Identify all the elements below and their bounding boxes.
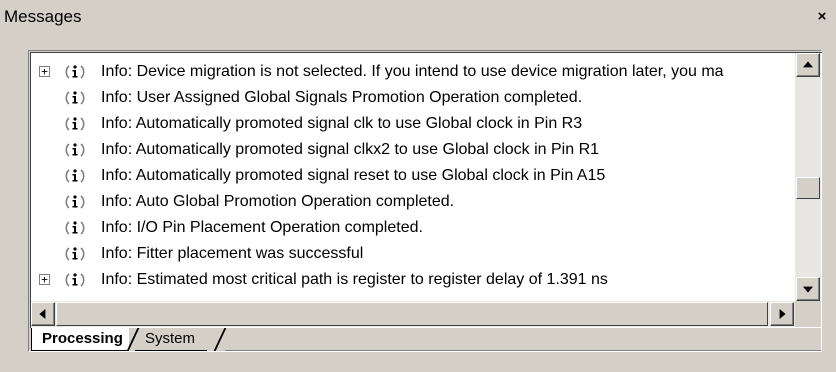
message-row[interactable]: Info: I/O Pin Placement Operation comple…: [31, 215, 795, 241]
horizontal-scroll-thumb[interactable]: [56, 302, 768, 326]
tab-bar: Processing System: [29, 328, 821, 352]
info-icon: [65, 221, 85, 235]
message-text: Info: I/O Pin Placement Operation comple…: [101, 219, 423, 236]
message-row[interactable]: + Info: Estimated most critical path is r…: [31, 267, 795, 293]
message-text: Info: Estimated most critical path is re…: [101, 271, 608, 288]
tab-divider: [213, 328, 227, 351]
message-row[interactable]: Info: Automatically promoted signal rese…: [31, 163, 795, 189]
messages-window: Messages × + Info: Device migration is no…: [0, 0, 836, 372]
message-text: Info: Fitter placement was successful: [101, 245, 364, 262]
tab-processing[interactable]: Processing: [31, 328, 129, 351]
message-row[interactable]: Info: Automatically promoted signal clkx…: [31, 137, 795, 163]
close-button[interactable]: ×: [814, 9, 830, 25]
message-row[interactable]: Info: User Assigned Global Signals Promo…: [31, 85, 795, 111]
message-text: Info: Automatically promoted signal rese…: [101, 167, 606, 184]
message-row[interactable]: Info: Automatically promoted signal clk …: [31, 111, 795, 137]
info-icon: [65, 169, 85, 183]
message-rows: + Info: Device migration is not selected.…: [31, 59, 795, 299]
info-icon: [65, 65, 85, 79]
vertical-scrollbar[interactable]: [795, 53, 821, 301]
message-text: Info: Device migration is not selected. …: [101, 63, 724, 80]
scroll-right-button[interactable]: [770, 302, 794, 326]
arrow-right-icon: [779, 309, 786, 319]
info-icon: [65, 195, 85, 209]
message-text: Info: Automatically promoted signal clk …: [101, 115, 583, 132]
info-icon: [65, 273, 85, 287]
scroll-left-button[interactable]: [31, 302, 55, 326]
scroll-down-button[interactable]: [796, 277, 820, 301]
message-row[interactable]: + Info: Device migration is not selected.…: [31, 59, 795, 85]
window-title: Messages: [4, 7, 82, 26]
info-icon: [65, 143, 85, 157]
message-text: Info: User Assigned Global Signals Promo…: [101, 89, 583, 106]
message-row[interactable]: Info: Fitter placement was successful: [31, 241, 795, 267]
arrow-down-icon: [803, 286, 813, 293]
info-icon: [65, 117, 85, 131]
tab-system[interactable]: System: [135, 328, 208, 351]
scroll-up-button[interactable]: [796, 53, 820, 77]
scrollbar-corner: [795, 301, 821, 327]
info-icon: [65, 91, 85, 105]
arrow-left-icon: [39, 309, 46, 319]
title-bar: Messages ×: [0, 0, 836, 36]
message-list: + Info: Device migration is not selected.…: [30, 52, 822, 328]
messages-panel: + Info: Device migration is not selected.…: [28, 50, 822, 352]
horizontal-scrollbar[interactable]: [31, 301, 795, 327]
expand-plus-icon[interactable]: +: [39, 274, 50, 285]
message-text: Info: Automatically promoted signal clkx…: [101, 141, 600, 158]
expand-plus-icon[interactable]: +: [39, 66, 50, 77]
message-text: Info: Auto Global Promotion Operation co…: [101, 193, 455, 210]
info-icon: [65, 247, 85, 261]
vertical-scroll-thumb[interactable]: [796, 177, 820, 199]
tab-baseline: [225, 350, 821, 351]
message-row[interactable]: Info: Auto Global Promotion Operation co…: [31, 189, 795, 215]
arrow-up-icon: [803, 61, 813, 68]
